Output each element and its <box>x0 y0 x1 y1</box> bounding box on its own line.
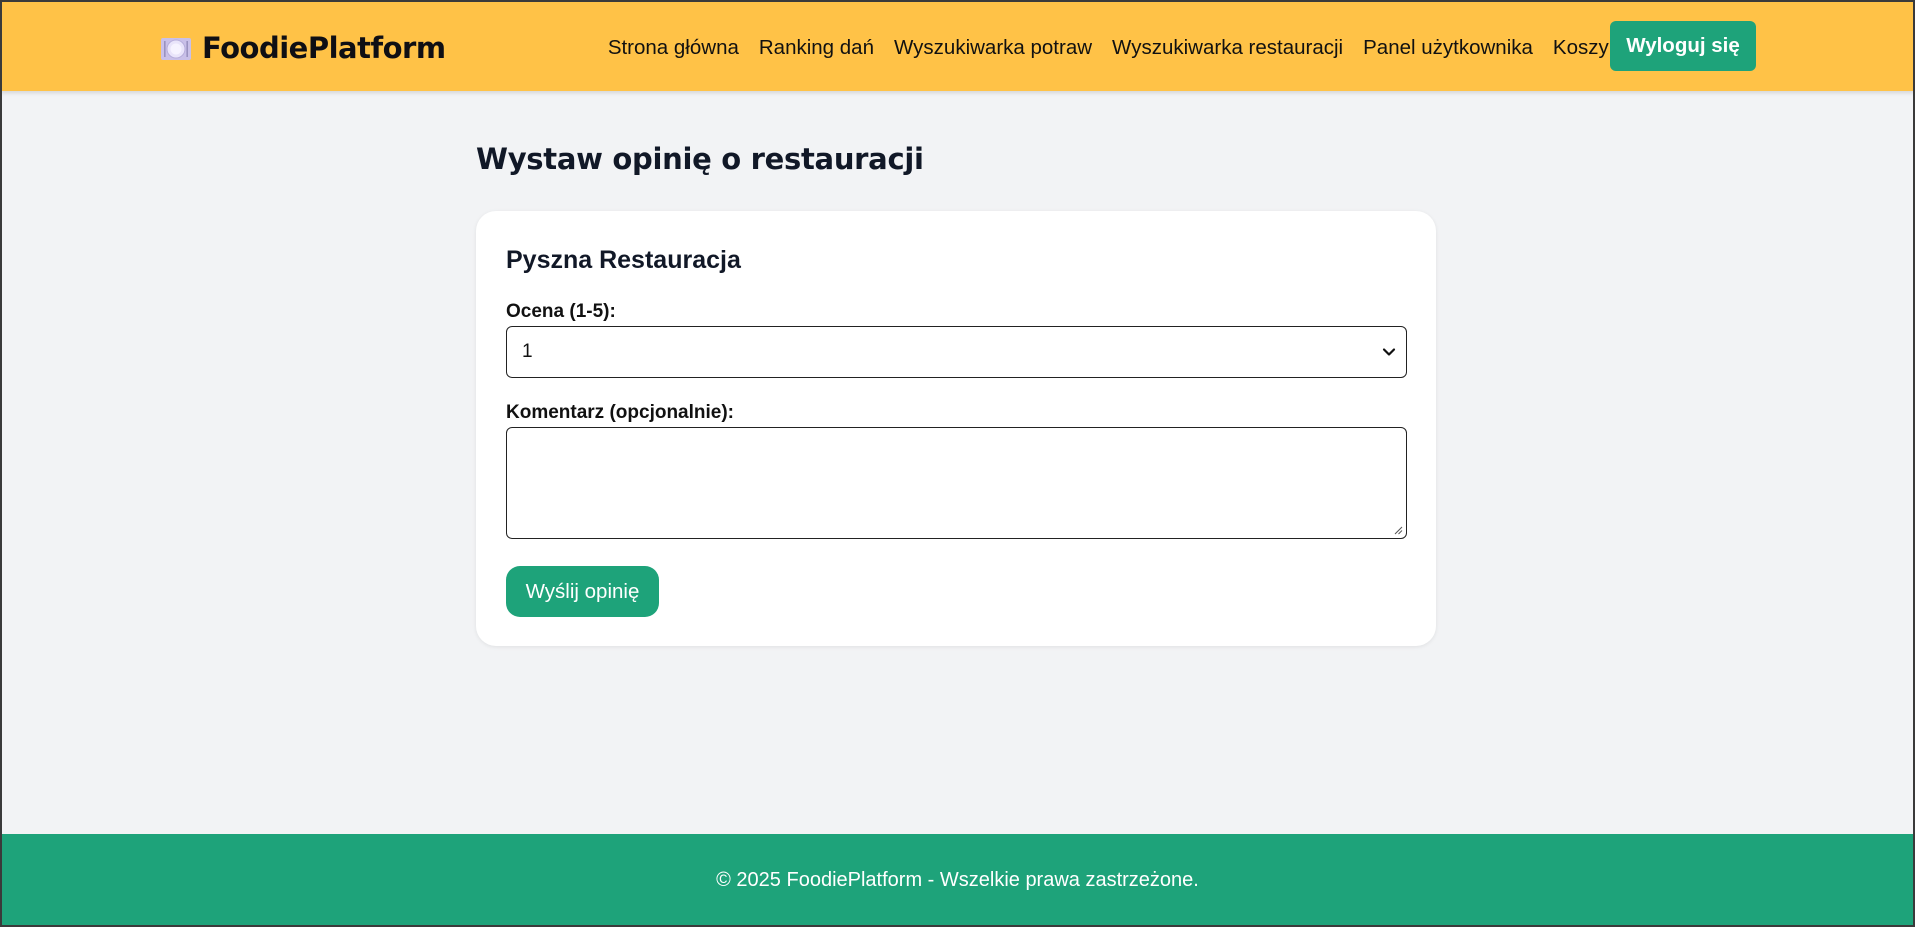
plate-icon <box>161 38 191 60</box>
nav-link-user-panel[interactable]: Panel użytkownika <box>1363 36 1533 60</box>
logout-button[interactable]: Wyloguj się <box>1610 21 1756 71</box>
review-form-card: Pyszna Restauracja Ocena (1-5): 1 Koment… <box>476 211 1436 646</box>
comment-textarea[interactable] <box>506 427 1407 539</box>
submit-review-button[interactable]: Wyślij opinię <box>506 566 659 617</box>
footer: © 2025 FoodiePlatform - Wszelkie prawa z… <box>0 834 1915 927</box>
top-navbar: FoodiePlatform Strona główna Ranking dań… <box>0 0 1915 91</box>
main-nav: Strona główna Ranking dań Wyszukiwarka p… <box>608 29 1619 67</box>
nav-link-restaurant-search[interactable]: Wyszukiwarka restauracji <box>1112 36 1343 60</box>
rating-select[interactable]: 1 <box>506 326 1407 378</box>
brand-name: FoodiePlatform <box>202 31 446 65</box>
chevron-down-icon <box>1382 348 1396 356</box>
footer-copyright: © 2025 FoodiePlatform - Wszelkie prawa z… <box>716 869 1199 891</box>
resize-handle-icon[interactable] <box>1393 525 1403 535</box>
restaurant-name: Pyszna Restauracja <box>506 246 741 274</box>
comment-label: Komentarz (opcjonalnie): <box>506 402 735 423</box>
brand-logo[interactable]: FoodiePlatform <box>160 28 446 68</box>
page-title: Wystaw opinię o restauracji <box>476 142 924 176</box>
rating-label: Ocena (1-5): <box>506 301 616 322</box>
rating-selected-value: 1 <box>522 341 533 362</box>
nav-link-home[interactable]: Strona główna <box>608 36 739 60</box>
nav-link-dish-ranking[interactable]: Ranking dań <box>759 36 874 60</box>
nav-link-dish-search[interactable]: Wyszukiwarka potraw <box>894 36 1092 60</box>
